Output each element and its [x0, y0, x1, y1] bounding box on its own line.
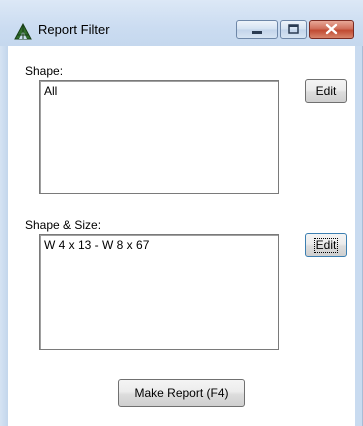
title-bar[interactable]: Report Filter — [0, 0, 363, 46]
shape-listbox[interactable]: All — [39, 80, 279, 194]
shape-size-list-item[interactable]: W 4 x 13 - W 8 x 67 — [44, 238, 149, 252]
window-title: Report Filter — [38, 22, 110, 37]
maximize-icon — [288, 24, 299, 34]
minimize-icon — [252, 31, 262, 34]
shape-size-edit-button[interactable]: Edit — [305, 233, 347, 257]
shape-label: Shape: — [25, 64, 64, 78]
close-icon — [325, 23, 338, 35]
minimize-button[interactable] — [236, 20, 278, 39]
window-left-border — [0, 0, 8, 426]
close-button[interactable] — [309, 20, 354, 39]
dialog-body: Shape: All Edit Shape & Size: W 4 x 13 -… — [8, 46, 355, 426]
shape-list-item[interactable]: All — [44, 84, 57, 98]
shape-size-label: Shape & Size: — [25, 218, 102, 232]
shape-edit-button[interactable]: Edit — [305, 79, 347, 103]
report-filter-window: Report Filter Shape: All Edit Shape & Si… — [0, 0, 363, 426]
maximize-button[interactable] — [280, 20, 307, 39]
shape-size-listbox[interactable]: W 4 x 13 - W 8 x 67 — [39, 234, 279, 350]
shape-size-edit-label: Edit — [313, 237, 339, 253]
triangle-app-icon — [14, 22, 34, 40]
make-report-button[interactable]: Make Report (F4) — [118, 379, 245, 407]
